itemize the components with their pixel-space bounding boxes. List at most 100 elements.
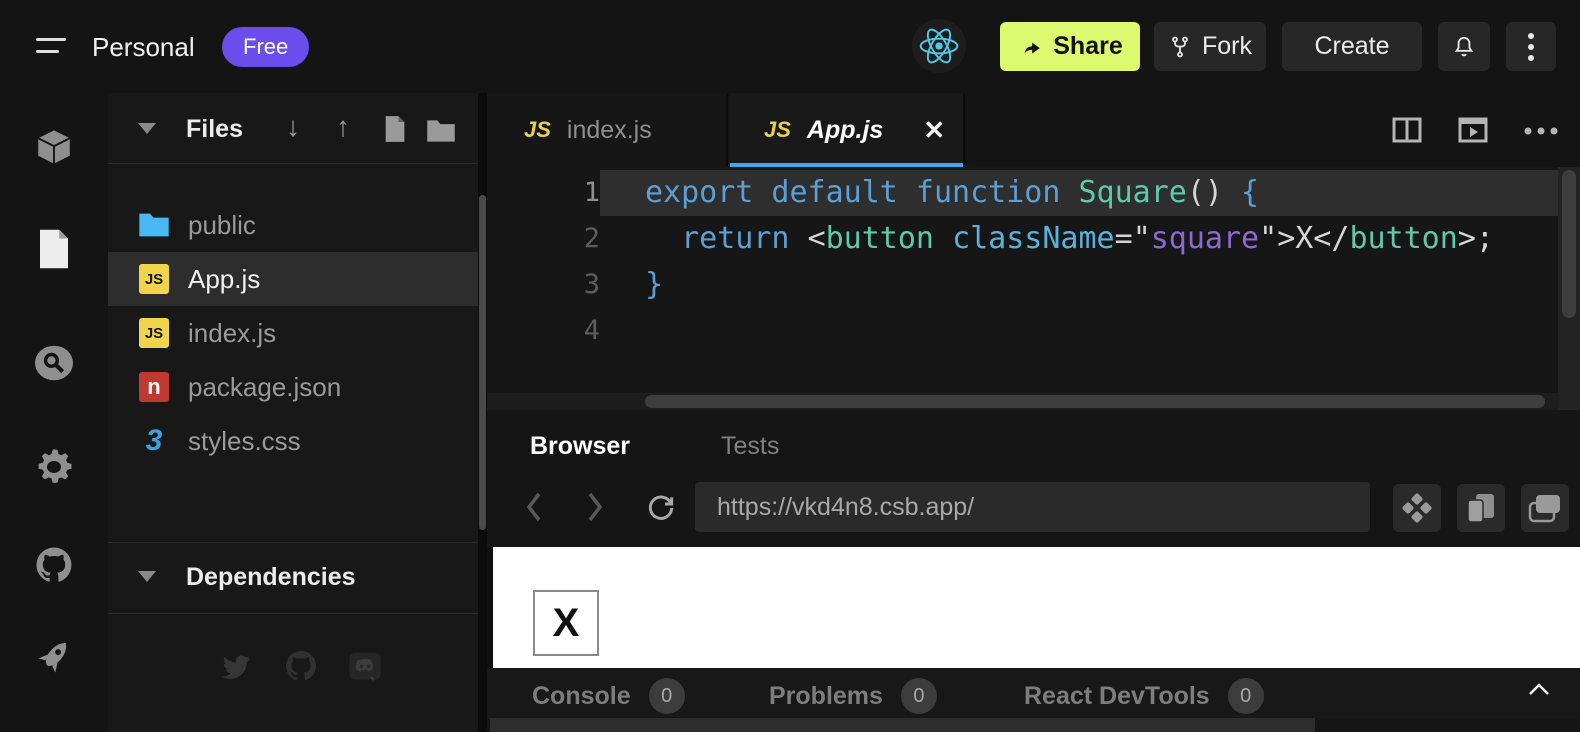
create-label: Create [1314,32,1389,61]
js-file-icon: JS [764,117,791,143]
code-editor[interactable]: 1 export default function Square() { 2 r… [487,167,1580,393]
editor-tab-bar: JS index.js JS App.js ✕ [487,93,1580,167]
refresh-icon[interactable] [645,492,677,524]
preview-icon[interactable] [1458,117,1488,143]
more-options-button[interactable] [1506,22,1556,71]
js-file-icon: JS [138,318,170,348]
share-button[interactable]: Share [1000,22,1140,71]
download-icon[interactable]: ↓ [286,111,300,143]
file-row-indexjs[interactable]: JS index.js [108,306,478,360]
editor-horizontal-scrollbar[interactable] [487,393,1558,410]
file-icon [36,228,72,270]
chevron-up-icon[interactable] [1527,682,1551,696]
react-devtools-tab[interactable]: React DevTools 0 [1024,678,1264,714]
discord-icon[interactable] [348,650,382,684]
file-name: styles.css [188,426,301,457]
devtools-bar: Console 0 Problems 0 React DevTools 0 [487,668,1580,718]
square-button[interactable]: X [533,590,599,656]
forward-icon[interactable] [584,490,606,524]
file-row-appjs[interactable]: JS App.js [108,252,478,306]
code-text [600,308,1580,354]
editor-vertical-scrollbar[interactable] [1558,167,1580,410]
github-icon [33,544,75,586]
line-number: 4 [487,308,600,354]
code-line-1: 1 export default function Square() { [487,170,1580,216]
activity-rail [0,93,108,732]
js-file-icon: JS [138,264,170,294]
diamond-grid-icon[interactable] [1393,484,1441,532]
url-input[interactable] [695,482,1370,532]
files-title: Files [186,115,243,144]
file-row-stylescss[interactable]: 3 styles.css [108,414,478,468]
github-footer-icon[interactable] [283,648,319,684]
file-row-packagejson[interactable]: n package.json [108,360,478,414]
js-file-icon: JS [524,117,551,143]
new-file-icon[interactable] [383,115,407,143]
tab-indexjs[interactable]: JS index.js [487,93,728,167]
dependencies-collapse-caret[interactable] [138,571,156,582]
top-bar: Personal Free Share Fork Cre [0,0,1580,93]
fork-button[interactable]: Fork [1154,22,1266,71]
sandbox-info-button[interactable] [30,123,78,171]
scrollbar-thumb[interactable] [1562,170,1576,318]
code-line-4: 4 [487,308,1580,354]
browser-pane: Browser Tests [487,412,1580,547]
browser-preview: X [487,547,1580,668]
cube-icon [33,126,75,168]
file-row-public[interactable]: public [108,198,478,252]
count-badge: 0 [649,678,685,714]
back-icon[interactable] [523,490,545,524]
console-tab[interactable]: Console 0 [532,678,685,714]
tab-label: App.js [807,116,883,145]
notifications-button[interactable] [1438,22,1490,71]
react-logo[interactable] [912,19,966,73]
file-name: App.js [188,264,260,295]
npm-file-icon: n [138,372,170,402]
search-button[interactable] [30,339,78,387]
fork-label: Fork [1202,32,1252,61]
settings-button[interactable] [30,443,78,491]
editor-column: JS index.js JS App.js ✕ [487,93,1580,732]
search-icon [33,344,75,382]
files-scrollbar-thumb[interactable] [479,195,486,530]
line-number: 1 [487,170,600,216]
kebab-menu-icon [1527,31,1535,63]
code-line-2: 2 return <button className="square">X</b… [487,216,1580,262]
scrollbar-thumb[interactable] [645,395,1545,408]
share-arrow-icon [1017,34,1043,60]
upload-icon[interactable]: ↑ [336,111,350,143]
split-view-icon[interactable] [1392,117,1422,143]
bottom-scrollbar[interactable] [487,718,1580,732]
count-badge: 0 [901,678,937,714]
problems-tab[interactable]: Problems 0 [769,678,937,714]
code-line-3: 3 } [487,262,1580,308]
explorer-button[interactable] [30,225,78,273]
scrollbar-thumb[interactable] [490,718,1315,732]
twitter-icon[interactable] [219,650,253,684]
workspace-name[interactable]: Personal [92,32,195,63]
files-panel: Files ↓ ↑ public JS App.js JS index.js n… [108,93,478,732]
file-name: index.js [188,318,276,349]
share-label: Share [1053,32,1122,61]
responsive-icon[interactable] [1457,484,1505,532]
close-tab-icon[interactable]: ✕ [923,115,945,146]
css-file-icon: 3 [138,426,170,456]
tab-tests[interactable]: Tests [721,432,779,461]
create-button[interactable]: Create [1282,22,1422,71]
files-collapse-caret[interactable] [138,123,156,134]
menu-icon[interactable] [36,38,66,62]
folder-icon [138,212,170,238]
codesandbox-window: Personal Free Share Fork Cre [0,0,1580,732]
open-window-icon[interactable] [1521,484,1569,532]
plan-badge: Free [222,27,309,67]
new-folder-icon[interactable] [426,119,456,143]
github-button[interactable] [30,541,78,589]
editor-more-icon[interactable] [1524,127,1558,135]
file-name: package.json [188,372,341,403]
code-text: return <button className="square">X</but… [600,216,1580,262]
file-name: public [188,210,256,241]
deploy-button[interactable] [30,633,78,681]
tab-browser[interactable]: Browser [530,432,630,461]
count-badge: 0 [1228,678,1264,714]
tab-appjs[interactable]: JS App.js ✕ [730,93,965,167]
